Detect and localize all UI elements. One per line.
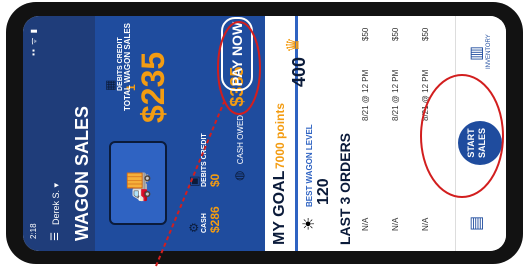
annotation-pointer [155,101,225,267]
start-sales-highlight [420,74,504,198]
annotation-overlay [155,21,504,267]
pay-now-highlight [217,21,261,115]
